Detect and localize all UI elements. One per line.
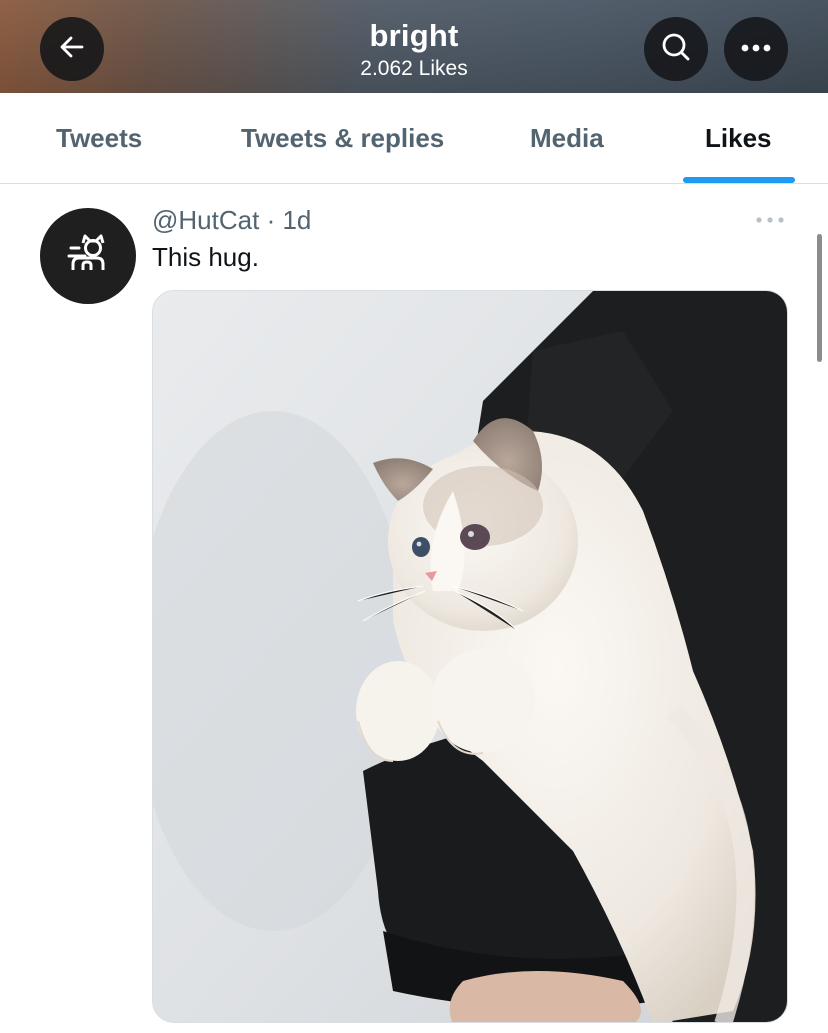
- profile-tabs: Tweets Tweets & replies Media Likes: [0, 93, 828, 184]
- tweet-media-image[interactable]: [152, 290, 788, 1023]
- avatar[interactable]: [40, 208, 136, 304]
- more-horizontal-icon: [755, 211, 785, 229]
- more-options-button[interactable]: [724, 17, 788, 81]
- cat-logo-icon: [65, 234, 111, 279]
- scrollbar[interactable]: [817, 234, 822, 362]
- profile-header: bright 2.062 Likes: [0, 0, 828, 93]
- tab-media[interactable]: Media: [530, 123, 604, 154]
- meta-separator: ·: [266, 205, 276, 235]
- tab-tweets[interactable]: Tweets: [56, 123, 142, 154]
- tab-likes[interactable]: Likes: [705, 123, 772, 154]
- search-button[interactable]: [644, 17, 708, 81]
- more-horizontal-icon: [740, 40, 772, 58]
- tab-tweets-and-replies[interactable]: Tweets & replies: [241, 123, 444, 154]
- tweet-author-handle[interactable]: @HutCat: [152, 205, 259, 235]
- search-icon: [659, 30, 693, 69]
- tweet-timestamp[interactable]: 1d: [282, 205, 311, 235]
- tweet-menu-button[interactable]: [752, 208, 788, 232]
- tweet-text: This hug.: [152, 242, 259, 272]
- active-tab-indicator: [683, 177, 795, 183]
- cat-photo: [153, 291, 787, 1022]
- tweet-meta: @HutCat · 1d: [152, 205, 311, 236]
